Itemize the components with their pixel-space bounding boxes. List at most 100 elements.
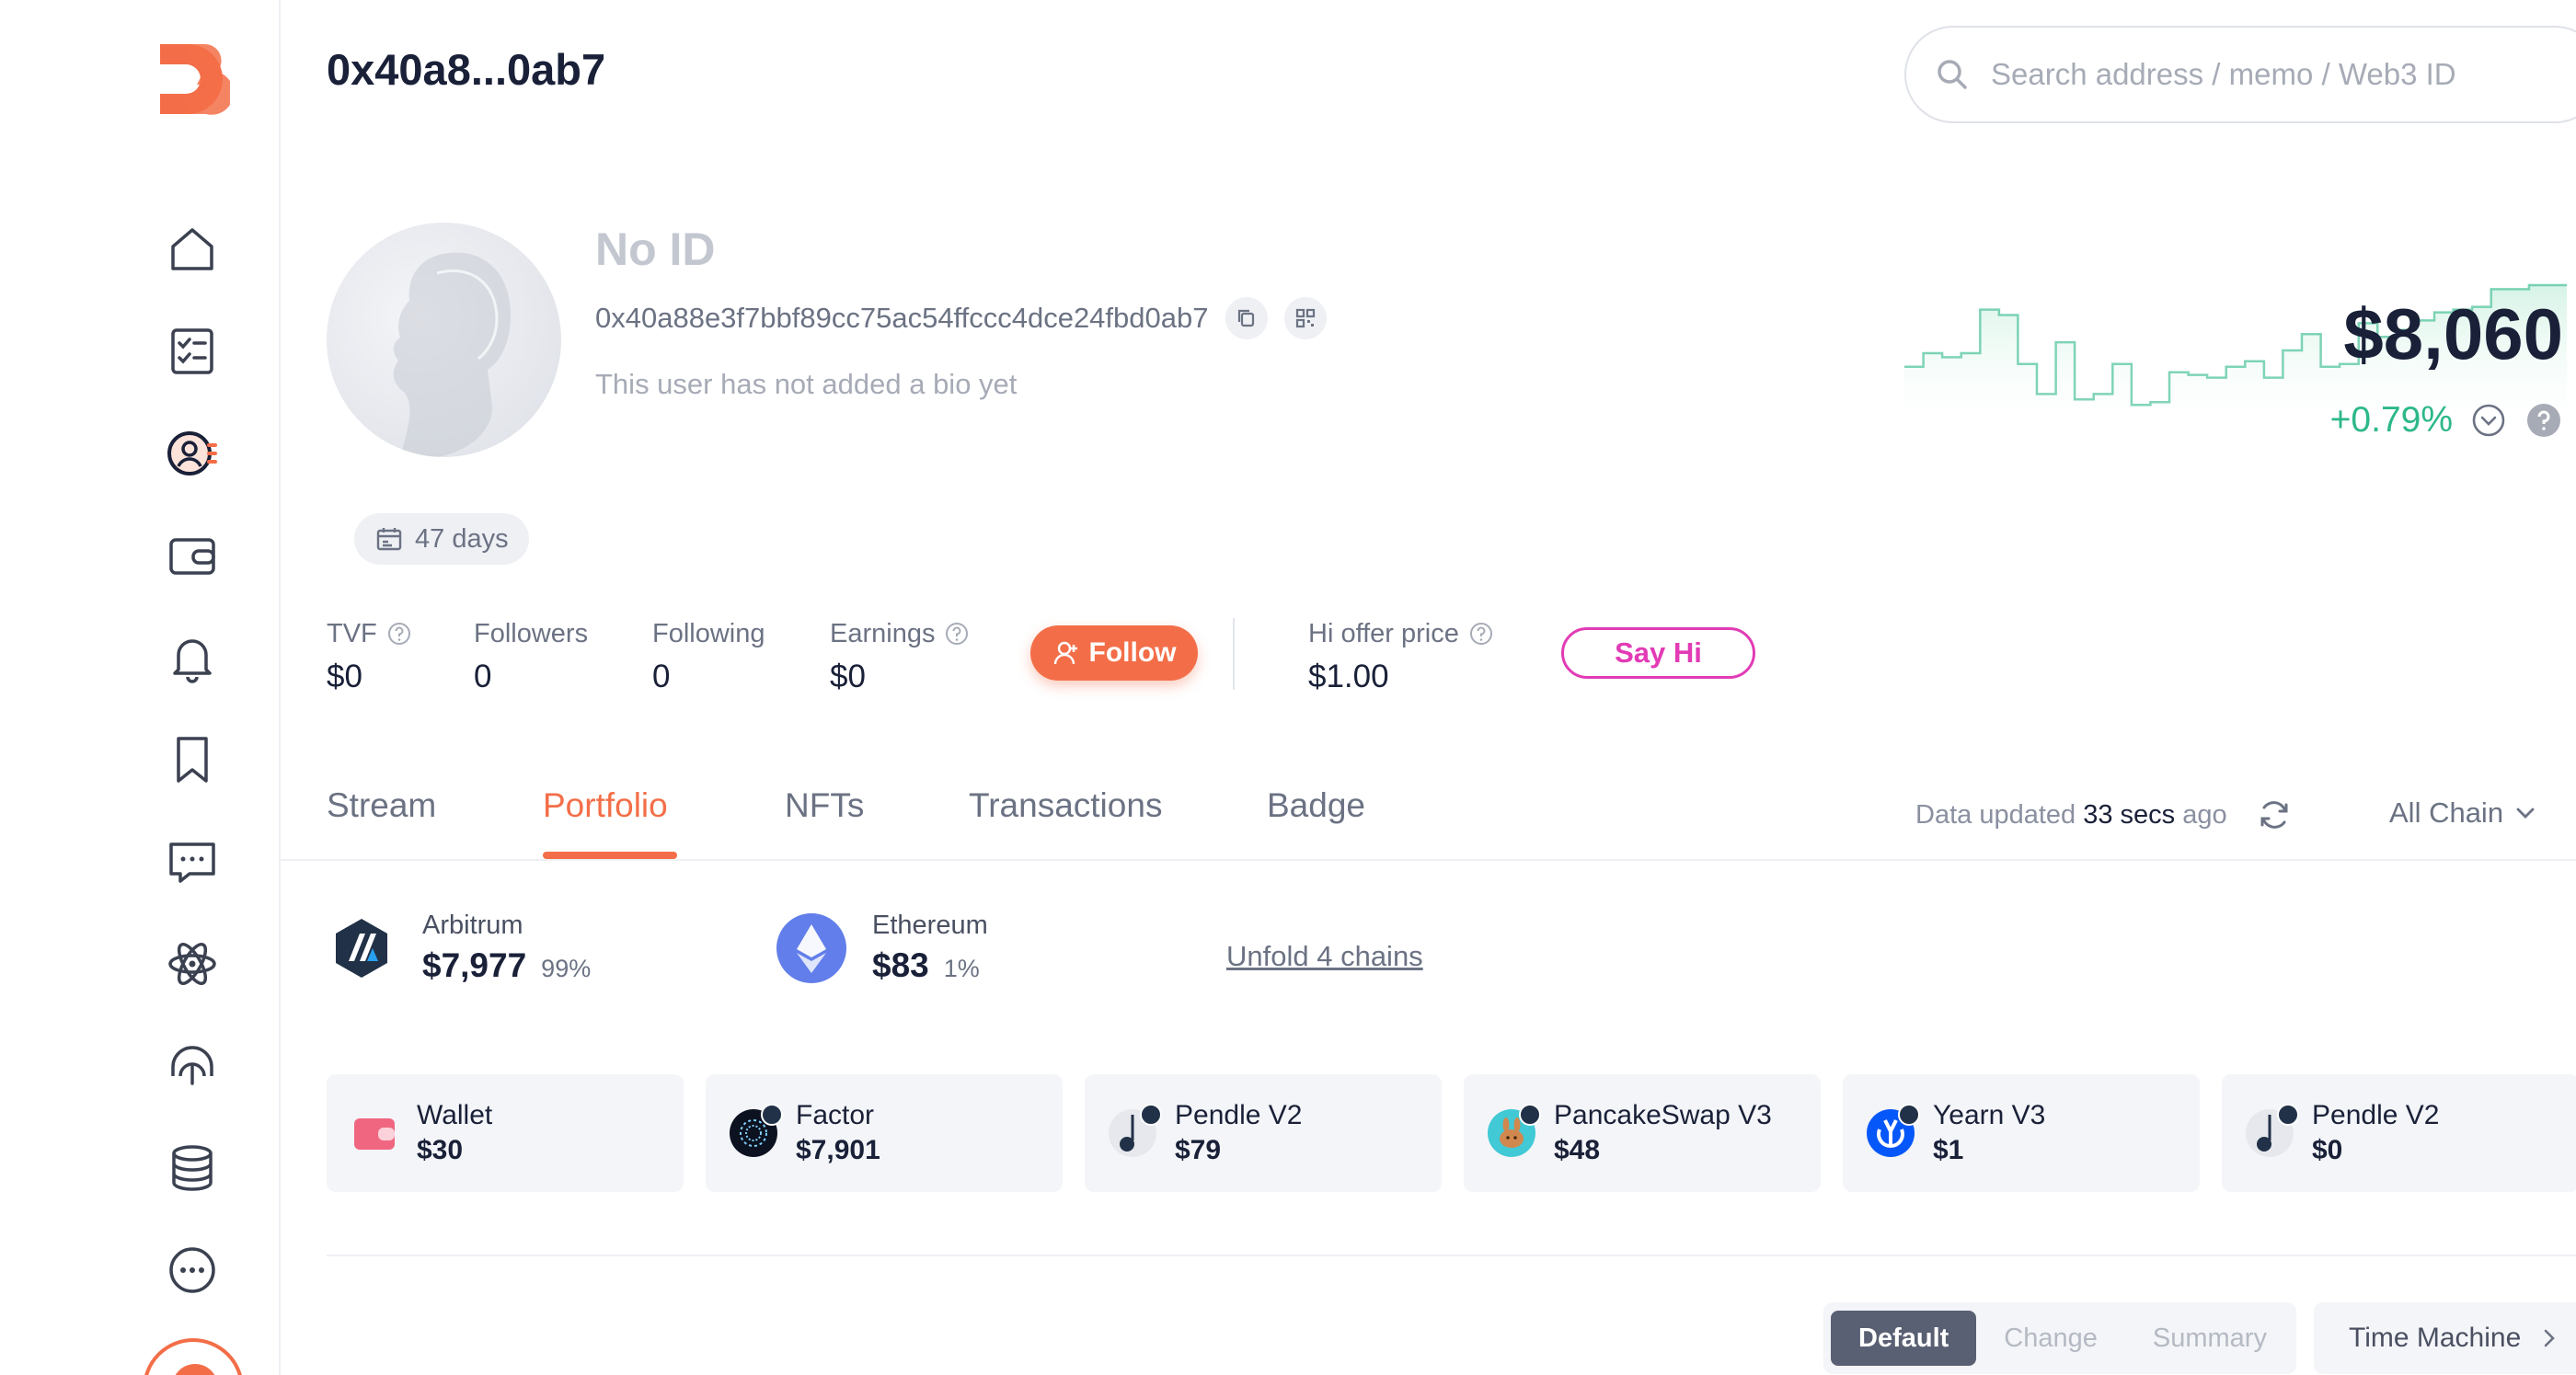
profile-address-row: 0x40a88e3f7bbf89cc75ac54ffccc4dce24fbd0a…: [595, 297, 1327, 339]
following-value: 0: [652, 659, 671, 694]
time-machine-button[interactable]: Time Machine: [2314, 1302, 2576, 1374]
account-age-text: 47 days: [415, 523, 509, 554]
followers-value: 0: [474, 659, 492, 694]
qr-code-button[interactable]: [1283, 297, 1327, 339]
data-updated-text: Data updated 33 secs ago: [1915, 800, 2227, 831]
protocol-card-factor[interactable]: Factor $7,901: [706, 1074, 1063, 1192]
protocol-value: $48: [1554, 1135, 1601, 1165]
search-box[interactable]: [1904, 26, 2576, 123]
view-mode-change[interactable]: Change: [1976, 1311, 2125, 1366]
bookmark-icon[interactable]: [162, 729, 223, 790]
time-machine-label: Time Machine: [2349, 1323, 2522, 1353]
bell-icon[interactable]: [162, 627, 223, 688]
tab-transactions[interactable]: Transactions: [969, 786, 1162, 825]
add-user-icon: [1053, 641, 1077, 665]
help-icon[interactable]: [944, 621, 970, 647]
tab-badge[interactable]: Badge: [1267, 786, 1365, 825]
chain-name: Ethereum: [872, 911, 988, 940]
yearn-icon: [1867, 1104, 1920, 1157]
say-hi-button[interactable]: Say Hi: [1561, 627, 1755, 679]
hi-offer-stat: Hi offer price $1.00: [1308, 616, 1494, 695]
protocol-name: Factor: [796, 1100, 875, 1130]
protocol-value: $0: [2312, 1135, 2343, 1165]
chain-name: Arbitrum: [422, 911, 523, 940]
qr-code-icon: [1295, 308, 1315, 328]
tabs-divider: [281, 859, 2576, 861]
tab-nfts[interactable]: NFTs: [785, 786, 864, 825]
copy-button[interactable]: [1225, 297, 1268, 339]
ethereum-icon: [776, 912, 846, 983]
headset-icon[interactable]: [162, 1036, 223, 1096]
earnings-stat: Earnings $0: [830, 616, 970, 695]
data-updated-suffix: ago: [2182, 800, 2227, 830]
checklist-icon[interactable]: [162, 321, 223, 382]
database-icon[interactable]: [162, 1138, 223, 1198]
profile-address: 0x40a88e3f7bbf89cc75ac54ffccc4dce24fbd0a…: [595, 302, 1209, 334]
debank-logo[interactable]: [156, 40, 234, 118]
earnings-value: $0: [830, 659, 866, 694]
chain-arbitrum[interactable]: Arbitrum $7,977 99%: [327, 911, 591, 985]
chevron-right-icon: [2544, 1329, 2556, 1347]
followers-label: Followers: [474, 618, 589, 648]
chain-ethereum[interactable]: Ethereum $83 1%: [776, 911, 988, 985]
protocol-card-yearn[interactable]: Yearn V3 $1: [1843, 1074, 2200, 1192]
section-divider: [327, 1255, 2576, 1256]
arbitrum-badge-icon: [1519, 1104, 1541, 1126]
follow-button[interactable]: Follow: [1030, 625, 1198, 681]
tab-portfolio[interactable]: Portfolio: [543, 786, 668, 825]
pancakeswap-icon: [1488, 1104, 1541, 1157]
chain-filter-dropdown[interactable]: All Chain: [2389, 796, 2538, 830]
view-mode-summary[interactable]: Summary: [2125, 1311, 2294, 1366]
protocol-card-wallet[interactable]: Wallet $30: [327, 1074, 684, 1192]
message-icon[interactable]: [162, 831, 223, 892]
following-stat[interactable]: Following 0: [652, 616, 765, 695]
hi-offer-value: $1.00: [1308, 659, 1389, 694]
profile-icon[interactable]: [162, 423, 223, 484]
pendle-icon: [2246, 1104, 2299, 1157]
arbitrum-badge-icon: [761, 1104, 783, 1126]
tvf-stat: TVF $0: [327, 616, 412, 695]
protocol-card-pendle-2[interactable]: Pendle V2 $0: [2222, 1074, 2576, 1192]
search-input[interactable]: [1991, 57, 2506, 92]
hi-offer-label: Hi offer price: [1308, 618, 1459, 648]
help-icon[interactable]: [386, 621, 412, 647]
copy-icon: [1237, 309, 1254, 327]
home-icon[interactable]: [162, 219, 223, 280]
chain-percent: 99%: [541, 955, 592, 982]
profile-avatar: [327, 223, 561, 457]
following-label: Following: [652, 618, 765, 648]
chain-percent: 1%: [943, 955, 980, 982]
view-mode-switch: Default Change Summary: [1823, 1302, 2296, 1374]
protocol-value: $7,901: [796, 1135, 880, 1165]
unfold-chains-link[interactable]: Unfold 4 chains: [1226, 940, 1423, 973]
protocol-name: Wallet: [417, 1100, 493, 1130]
view-mode-default[interactable]: Default: [1831, 1311, 1977, 1366]
protocol-card-pendle[interactable]: Pendle V2 $79: [1085, 1074, 1442, 1192]
active-tab-indicator: [543, 852, 677, 859]
help-icon[interactable]: [2524, 401, 2563, 440]
chain-amount: $7,977: [422, 946, 527, 984]
protocol-card-pancakeswap[interactable]: PancakeSwap V3 $48: [1464, 1074, 1821, 1192]
followers-stat[interactable]: Followers 0: [474, 616, 588, 695]
tab-stream[interactable]: Stream: [327, 786, 436, 825]
account-age-badge: 47 days: [354, 513, 529, 565]
chain-filter-label: All Chain: [2389, 796, 2504, 829]
net-worth-change-row: +0.79%: [2330, 400, 2563, 441]
help-icon[interactable]: [1468, 621, 1494, 647]
pendle-icon: [1109, 1104, 1162, 1157]
protocol-name: Pendle V2: [2312, 1100, 2440, 1130]
user-avatar[interactable]: [143, 1338, 244, 1375]
sidebar: [0, 0, 281, 1375]
profile-bio: This user has not added a bio yet: [595, 368, 1018, 400]
atom-icon[interactable]: [162, 934, 223, 994]
protocol-value: $79: [1175, 1135, 1222, 1165]
wallet-icon[interactable]: [162, 525, 223, 586]
refresh-icon[interactable]: [2256, 796, 2293, 833]
data-updated-time: 33 secs: [2083, 800, 2176, 830]
arbitrum-badge-icon: [1898, 1104, 1920, 1126]
more-icon[interactable]: [162, 1240, 223, 1301]
chevron-down-circle-icon[interactable]: [2469, 401, 2508, 440]
net-worth-change: +0.79%: [2329, 400, 2453, 440]
search-icon: [1938, 60, 1967, 89]
arbitrum-icon: [327, 912, 397, 983]
